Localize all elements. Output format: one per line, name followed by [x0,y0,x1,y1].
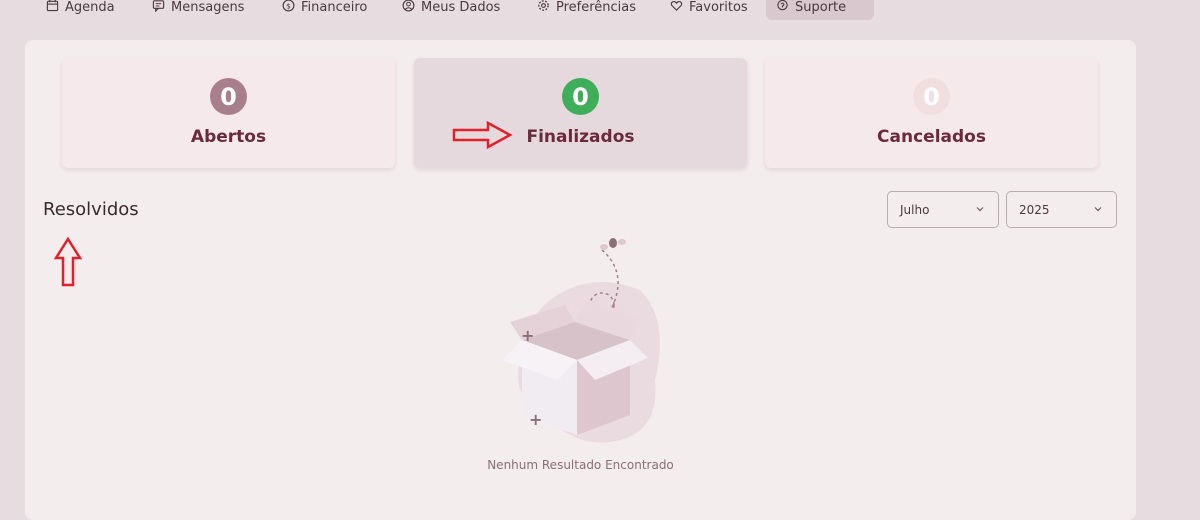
nav-label-financeiro: Financeiro [301,0,368,15]
empty-state-message: Nenhum Resultado Encontrado [487,458,674,472]
dollar-icon: $ [282,0,295,16]
up-arrow-annotation [53,236,83,287]
nav-label-favoritos: Favoritos [689,0,748,15]
nav-item-agenda[interactable]: Agenda [36,0,125,20]
user-icon [402,0,415,16]
nav-item-suporte[interactable]: Suporte [766,0,874,20]
nav-label-agenda: Agenda [65,0,115,15]
nav-label-mensagens: Mensagens [171,0,245,15]
svg-text:+: + [529,410,542,429]
calendar-icon [46,0,59,16]
right-arrow-annotation [452,120,513,150]
year-select[interactable]: 2025 [1006,191,1117,228]
nav-label-suporte: Suporte [795,0,847,15]
svg-text:+: + [665,403,670,426]
stat-card-abertos[interactable]: 0 Abertos [62,58,395,168]
year-select-value: 2025 [1019,202,1050,217]
nav-item-financeiro[interactable]: $ Financeiro [272,0,377,20]
svg-text:+: + [521,326,534,345]
section-title: Resolvidos [43,199,139,220]
count-badge: 0 [913,78,950,115]
chevron-down-icon [974,203,986,215]
stat-card-cancelados[interactable]: 0 Cancelados [765,58,1098,168]
nav-label-preferencias: Preferências [556,0,637,15]
empty-box-illustration: + + + [502,238,670,443]
nav-item-preferencias[interactable]: Preferências [527,0,646,20]
stat-label: Finalizados [526,127,635,147]
heart-icon [670,0,683,16]
support-icon [776,0,789,16]
chevron-down-icon [1092,203,1104,215]
month-select-value: Julho [900,202,930,217]
nav-item-favoritos[interactable]: Favoritos [660,0,758,20]
nav-label-meus-dados: Meus Dados [421,0,501,15]
stat-card-finalizados[interactable]: 0 Finalizados [414,58,747,168]
nav-item-mensagens[interactable]: Mensagens [142,0,254,20]
nav-item-meus-dados[interactable]: Meus Dados [392,0,510,20]
support-panel: 0 Abertos 0 Finalizados 0 Cancelados Res… [25,40,1136,520]
top-navigation: Agenda Mensagens $ Financeiro Meus Dados… [0,0,1200,20]
gear-icon [537,0,550,16]
month-select[interactable]: Julho [887,191,999,228]
stat-label: Abertos [190,127,267,147]
message-icon [152,0,165,16]
count-badge: 0 [210,78,247,115]
svg-text:$: $ [286,1,291,10]
stat-label: Cancelados [877,127,986,147]
count-badge: 0 [562,78,599,115]
